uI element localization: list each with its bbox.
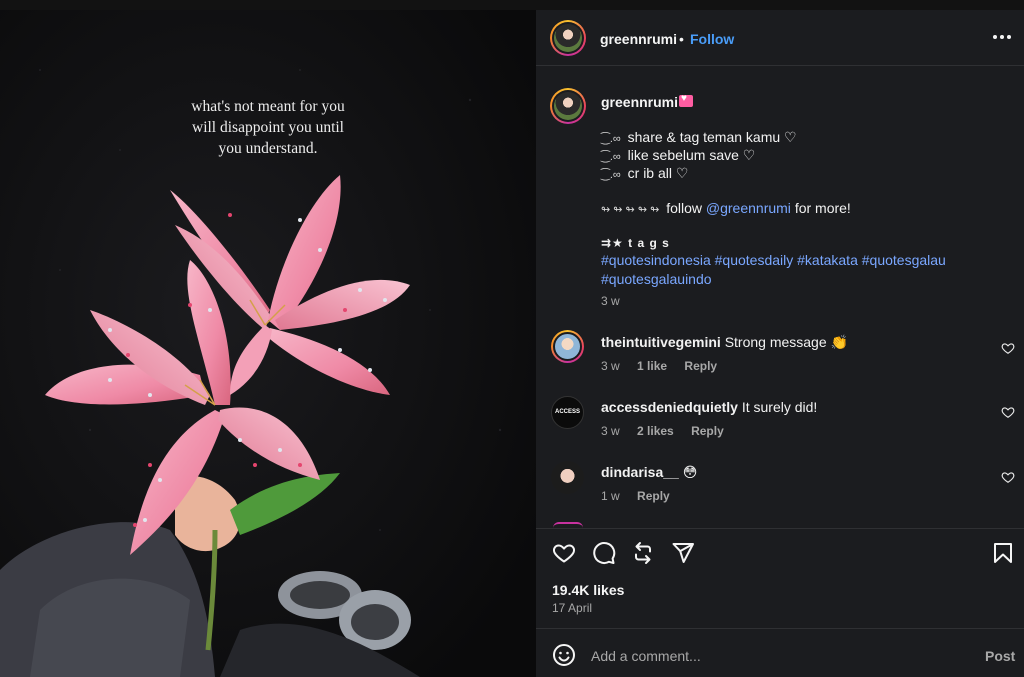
comment-heart-icon[interactable] (1001, 405, 1015, 419)
image-quote-text: what's not meant for you will disappoint… (150, 96, 386, 159)
comment-like-count[interactable]: 1 like (637, 359, 667, 373)
comment-meta: 1 w Reply (601, 489, 684, 503)
follow-prefix: follow (666, 200, 702, 216)
pink-heart-letter-icon (679, 93, 693, 107)
header-separator: • (679, 31, 684, 47)
comment-text: dindarisa__ 😳 (601, 464, 697, 481)
header-divider (536, 65, 1024, 66)
comment-heart-icon[interactable] (1001, 470, 1015, 484)
comment-body: It surely did! (741, 399, 818, 415)
caption-line: ⁐.∞ like sebelum save ♡ (601, 147, 755, 164)
composer-divider (536, 628, 1024, 629)
reply-button[interactable]: Reply (684, 359, 717, 373)
comment-text: accessdeniedquietly It surely did! (601, 399, 817, 415)
comment-time: 1 w (601, 489, 620, 503)
caption-avatar[interactable] (550, 88, 586, 124)
post-date: 17 April (552, 601, 593, 615)
caption-timestamp: 3 w (601, 294, 620, 308)
caption-decoration: ⁐.∞ (601, 133, 621, 145)
caption-line: ⁐.∞ cr ib all ♡ (601, 165, 688, 182)
comment-time: 3 w (601, 424, 620, 438)
mention-link[interactable]: @greennrumi (706, 200, 791, 216)
emoji-icon[interactable] (552, 643, 576, 667)
caption-username[interactable]: greennrumi (601, 94, 678, 110)
comment-username[interactable]: dindarisa__ (601, 464, 679, 480)
caption-decoration: ⁐.∞ (601, 169, 621, 181)
bookmark-icon[interactable] (991, 541, 1015, 565)
caption-decoration: ↬ ↬ ↬ ↬ ↬ (601, 204, 660, 216)
follow-suffix: for more! (794, 200, 851, 216)
tags-title: ⇉★ t a g s (601, 236, 670, 250)
repost-icon[interactable] (631, 541, 655, 565)
comment-input[interactable]: Add a comment... (591, 648, 701, 664)
comment-username[interactable]: theintuitivegemini (601, 334, 721, 350)
quote-line: you understand. (218, 140, 318, 157)
caption-follow-line: ↬ ↬ ↬ ↬ ↬ follow @greennrumi for more! (601, 200, 851, 216)
comments-divider (536, 528, 1024, 529)
commenter-avatar[interactable] (551, 330, 584, 363)
heart-icon[interactable] (552, 541, 576, 565)
caption-decoration: ⁐.∞ (601, 151, 621, 163)
comment-text: theintuitivegemini Strong message 👏 (601, 334, 848, 351)
post-details-panel: greennrumi • Follow greennrumi ⁐.∞ share… (536, 10, 1024, 677)
reply-button[interactable]: Reply (637, 489, 670, 503)
comment-meta: 3 w 1 like Reply (601, 359, 731, 373)
browser-top-strip (0, 0, 1024, 10)
commenter-avatar[interactable]: ACCESS (551, 396, 584, 429)
caption-line-text: like sebelum save ♡ (627, 147, 756, 163)
comment-body: Strong message 👏 (724, 334, 848, 350)
quote-line: will disappoint you until (192, 119, 344, 136)
comment-heart-icon[interactable] (1001, 341, 1015, 355)
share-icon[interactable] (671, 541, 695, 565)
caption-line: ⁐.∞ share & tag teman kamu ♡ (601, 129, 797, 146)
comment-body: 😳 (682, 464, 698, 480)
follow-button[interactable]: Follow (690, 31, 734, 47)
hashtags[interactable]: #quotesindonesia #quotesdaily #katakata … (601, 251, 971, 289)
header-username[interactable]: greennrumi (600, 31, 677, 47)
likes-count[interactable]: 19.4K likes (552, 582, 624, 598)
comment-like-count[interactable]: 2 likes (637, 424, 674, 438)
more-horizontal-icon[interactable] (991, 27, 1013, 47)
caption-line-text: cr ib all ♡ (627, 165, 689, 181)
comment-time: 3 w (601, 359, 620, 373)
author-avatar[interactable] (550, 20, 586, 56)
commenter-avatar[interactable] (551, 461, 584, 494)
post-button[interactable]: Post (985, 648, 1015, 664)
avatar-text: ACCESS (554, 409, 580, 415)
reply-button[interactable]: Reply (691, 424, 724, 438)
post-media[interactable]: what's not meant for you will disappoint… (0, 10, 536, 677)
comment-meta: 3 w 2 likes Reply (601, 424, 738, 438)
caption-line-text: share & tag teman kamu ♡ (627, 129, 797, 145)
quote-line: what's not meant for you (191, 98, 345, 115)
comment-icon[interactable] (592, 541, 616, 565)
comment-username[interactable]: accessdeniedquietly (601, 399, 738, 415)
